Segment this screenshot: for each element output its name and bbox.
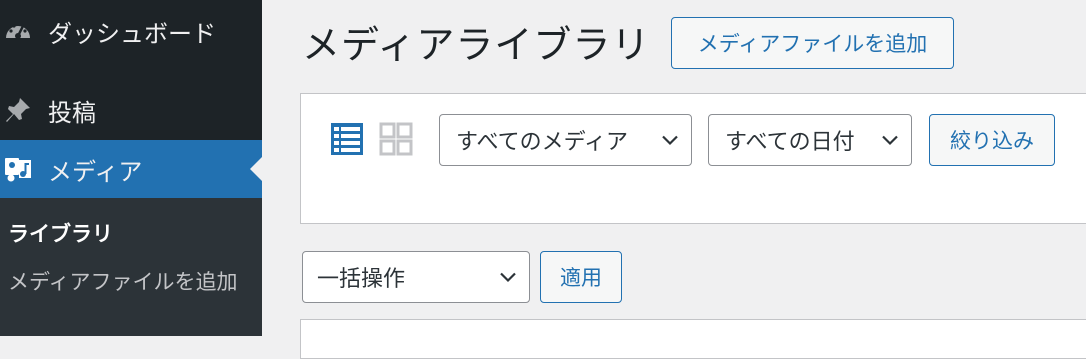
media-list-table [300, 319, 1086, 359]
apply-button[interactable]: 適用 [540, 251, 622, 303]
submenu-item-add-new[interactable]: メディアファイルを追加 [8, 266, 248, 298]
media-type-value: すべてのメディア [456, 130, 629, 155]
media-submenu: ライブラリ メディアファイルを追加 [0, 198, 262, 336]
sidebar-item-label: メディア [48, 157, 143, 186]
date-select[interactable]: すべての日付 [708, 114, 912, 166]
chevron-down-icon [881, 128, 899, 153]
admin-sidebar: ダッシュボード 投稿 メディア ライブラリ メディアファイルを追加 [0, 0, 262, 336]
sidebar-item-dashboard[interactable]: ダッシュボード [0, 2, 262, 60]
pin-icon [2, 94, 34, 126]
grid-view-icon[interactable] [379, 122, 413, 160]
chevron-down-icon [499, 265, 517, 290]
submenu-item-library[interactable]: ライブラリ [8, 218, 113, 248]
sidebar-item-posts[interactable]: 投稿 [0, 81, 262, 139]
add-new-media-button[interactable]: メディアファイルを追加 [671, 17, 954, 69]
sidebar-item-media[interactable]: メディア [0, 140, 262, 198]
bulk-action-value: 一括操作 [317, 267, 406, 292]
date-value: すべての日付 [725, 130, 855, 155]
page-title: メディアライブラリ [302, 23, 651, 67]
media-icon [2, 153, 34, 185]
dashboard-icon [2, 15, 34, 47]
sidebar-item-label: ダッシュボード [48, 19, 216, 48]
list-view-icon[interactable] [330, 122, 364, 160]
filter-button[interactable]: 絞り込み [929, 114, 1055, 166]
sidebar-item-label: 投稿 [48, 98, 96, 127]
media-type-select[interactable]: すべてのメディア [439, 114, 692, 166]
bulk-action-select[interactable]: 一括操作 [302, 251, 530, 303]
chevron-down-icon [661, 128, 679, 153]
